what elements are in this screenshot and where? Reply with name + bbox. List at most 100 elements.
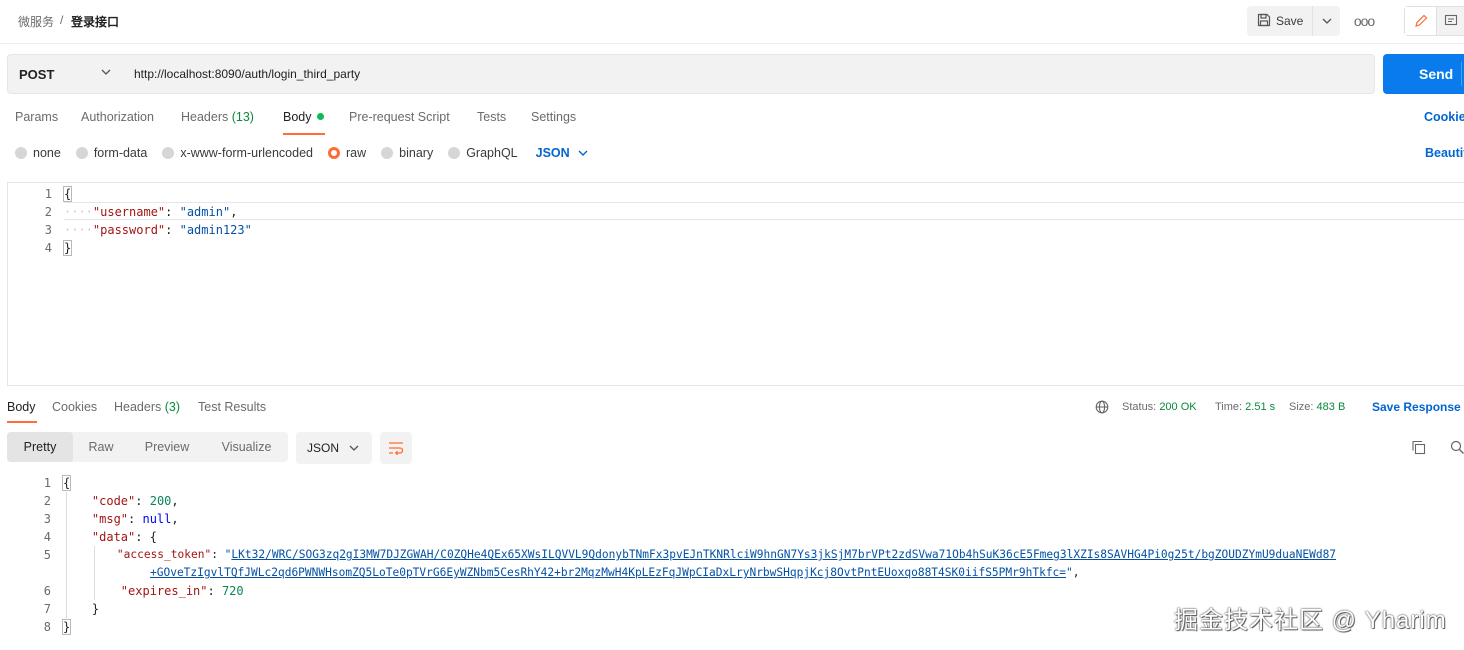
save-button[interactable]: Save xyxy=(1247,6,1313,36)
json-string: "admin123" xyxy=(179,223,252,237)
chevron-down-icon xyxy=(349,445,359,451)
watermark: 掘金技术社区 @ Yharim xyxy=(1174,607,1447,634)
code-line: 1 { xyxy=(8,185,1464,203)
pencil-icon xyxy=(1414,14,1427,27)
time-readout[interactable]: Time: 2.51 s xyxy=(1215,401,1275,413)
json-key: "password" xyxy=(92,223,166,237)
raw-format-select[interactable]: JSON xyxy=(536,146,588,160)
code-line: 2 ····"username": "admin", xyxy=(8,203,1464,221)
globe-icon[interactable] xyxy=(1095,400,1109,417)
status-readout[interactable]: Status: 200 OK xyxy=(1122,401,1197,413)
search-icon[interactable] xyxy=(1450,440,1464,458)
tab-headers[interactable]: Headers (13) xyxy=(181,110,254,124)
send-button[interactable]: Send xyxy=(1383,54,1464,94)
view-tab-raw[interactable]: Raw xyxy=(73,432,129,462)
line-number: 8 xyxy=(43,620,51,634)
beautify-link[interactable]: Beautif xyxy=(1425,146,1464,160)
code-line: 4 "data": { xyxy=(7,528,1464,546)
size-readout[interactable]: Size: 483 B xyxy=(1289,401,1345,413)
json-key: "access_token" xyxy=(116,548,212,561)
response-tab-headers-count: (3) xyxy=(164,400,181,414)
size-label: Size: xyxy=(1289,401,1314,413)
page-title[interactable]: 登录接口 xyxy=(71,13,119,30)
tab-pre-request-script[interactable]: Pre-request Script xyxy=(349,110,450,124)
cookies-link[interactable]: Cookie xyxy=(1424,110,1464,124)
line-number: 3 xyxy=(44,223,52,237)
code-line: 4 } xyxy=(8,239,1464,257)
line-number: 4 xyxy=(44,241,52,255)
line-number: 1 xyxy=(44,187,52,201)
active-tab-indicator xyxy=(283,133,325,135)
response-format-select[interactable]: JSON xyxy=(296,432,372,464)
response-tab-cookies[interactable]: Cookies xyxy=(52,400,97,414)
radio-none-label: none xyxy=(33,146,61,160)
radio-urlencoded-label: x-www-form-urlencoded xyxy=(180,146,313,160)
response-tab-body[interactable]: Body xyxy=(7,400,36,414)
tab-headers-label: Headers xyxy=(181,110,229,124)
close-brace: } xyxy=(61,619,72,635)
tab-authorization[interactable]: Authorization xyxy=(81,110,154,124)
breadcrumb-collection[interactable]: 微服务 xyxy=(18,13,54,30)
chevron-down-icon xyxy=(578,150,588,156)
line-number: 7 xyxy=(43,602,51,616)
tab-body[interactable]: Body xyxy=(283,110,324,124)
status-value: 200 OK xyxy=(1159,401,1197,413)
comment-icon xyxy=(1444,14,1458,26)
save-button-group: Save xyxy=(1247,6,1340,36)
more-actions-button[interactable]: ooo xyxy=(1352,10,1376,32)
tab-params[interactable]: Params xyxy=(15,110,58,124)
json-number: 720 xyxy=(221,584,244,598)
wrap-lines-button[interactable] xyxy=(380,432,412,464)
code-line: 3 "msg": null, xyxy=(7,510,1464,528)
wrap-lines-icon xyxy=(389,442,404,455)
size-value: 483 B xyxy=(1316,401,1346,413)
access-token-link-continued[interactable]: +GOveTzIgvlTQfJWLc2qd6PWNWHsomZQ5LoTe0pT… xyxy=(150,566,1066,579)
method-select[interactable]: POST xyxy=(7,54,123,94)
line-number: 1 xyxy=(43,476,51,490)
code-line: 3 ····"password": "admin123" xyxy=(8,221,1464,239)
radio-form-data[interactable]: form-data xyxy=(75,146,147,160)
open-brace: { xyxy=(61,475,72,491)
url-input[interactable]: http://localhost:8090/auth/login_third_p… xyxy=(122,54,1375,94)
json-key: "username" xyxy=(92,205,166,219)
response-active-tab-indicator xyxy=(7,421,37,423)
code-line: 6 "expires_in": 720 xyxy=(7,582,1464,600)
radio-binary[interactable]: binary xyxy=(381,146,433,160)
view-tab-visualize[interactable]: Visualize xyxy=(205,432,288,462)
save-response-button[interactable]: Save Response xyxy=(1372,400,1461,414)
top-bar xyxy=(0,0,1464,44)
copy-icon[interactable] xyxy=(1411,440,1426,458)
code-line: 1 { xyxy=(7,474,1464,492)
response-tab-headers-label: Headers xyxy=(114,400,162,414)
response-tab-test-results[interactable]: Test Results xyxy=(198,400,266,414)
tab-body-label: Body xyxy=(283,110,312,124)
code-line: 5 "access_token": "LKt32/WRC/SOG3zq2gI3M… xyxy=(7,546,1464,564)
tab-tests[interactable]: Tests xyxy=(477,110,506,124)
access-token-link[interactable]: LKt32/WRC/SOG3zq2gI3MW7DJZGWAH/C0ZQHe4QE… xyxy=(231,548,1336,561)
tab-settings[interactable]: Settings xyxy=(531,110,576,124)
line-number: 2 xyxy=(44,205,52,219)
time-value: 2.51 s xyxy=(1245,401,1276,413)
body-indicator-dot xyxy=(316,113,324,120)
open-brace: { xyxy=(62,186,73,202)
response-view-tabs: Pretty Raw Preview Visualize xyxy=(7,432,288,462)
view-tab-preview[interactable]: Preview xyxy=(129,432,205,462)
json-key: "code" xyxy=(91,494,136,508)
request-body-editor[interactable]: 1 { 2 ····"username": "admin", 3 ····"pa… xyxy=(7,182,1464,386)
radio-circle xyxy=(162,147,175,159)
radio-urlencoded[interactable]: x-www-form-urlencoded xyxy=(162,146,313,160)
save-icon xyxy=(1257,13,1271,30)
line-number: 6 xyxy=(43,584,51,598)
raw-format-value: JSON xyxy=(535,146,570,160)
documentation-mode-button[interactable] xyxy=(1437,7,1464,35)
radio-raw[interactable]: raw xyxy=(328,146,366,160)
response-tab-headers[interactable]: Headers (3) xyxy=(114,400,180,414)
json-number: 200 xyxy=(149,494,172,508)
edit-mode-button[interactable] xyxy=(1405,7,1437,35)
radio-none[interactable]: none xyxy=(15,146,61,160)
radio-graphql[interactable]: GraphQL xyxy=(448,146,518,160)
tab-headers-count: (13) xyxy=(231,110,254,124)
send-options-divider xyxy=(1461,62,1462,86)
view-tab-pretty[interactable]: Pretty xyxy=(7,432,73,462)
save-options-button[interactable] xyxy=(1313,6,1340,36)
